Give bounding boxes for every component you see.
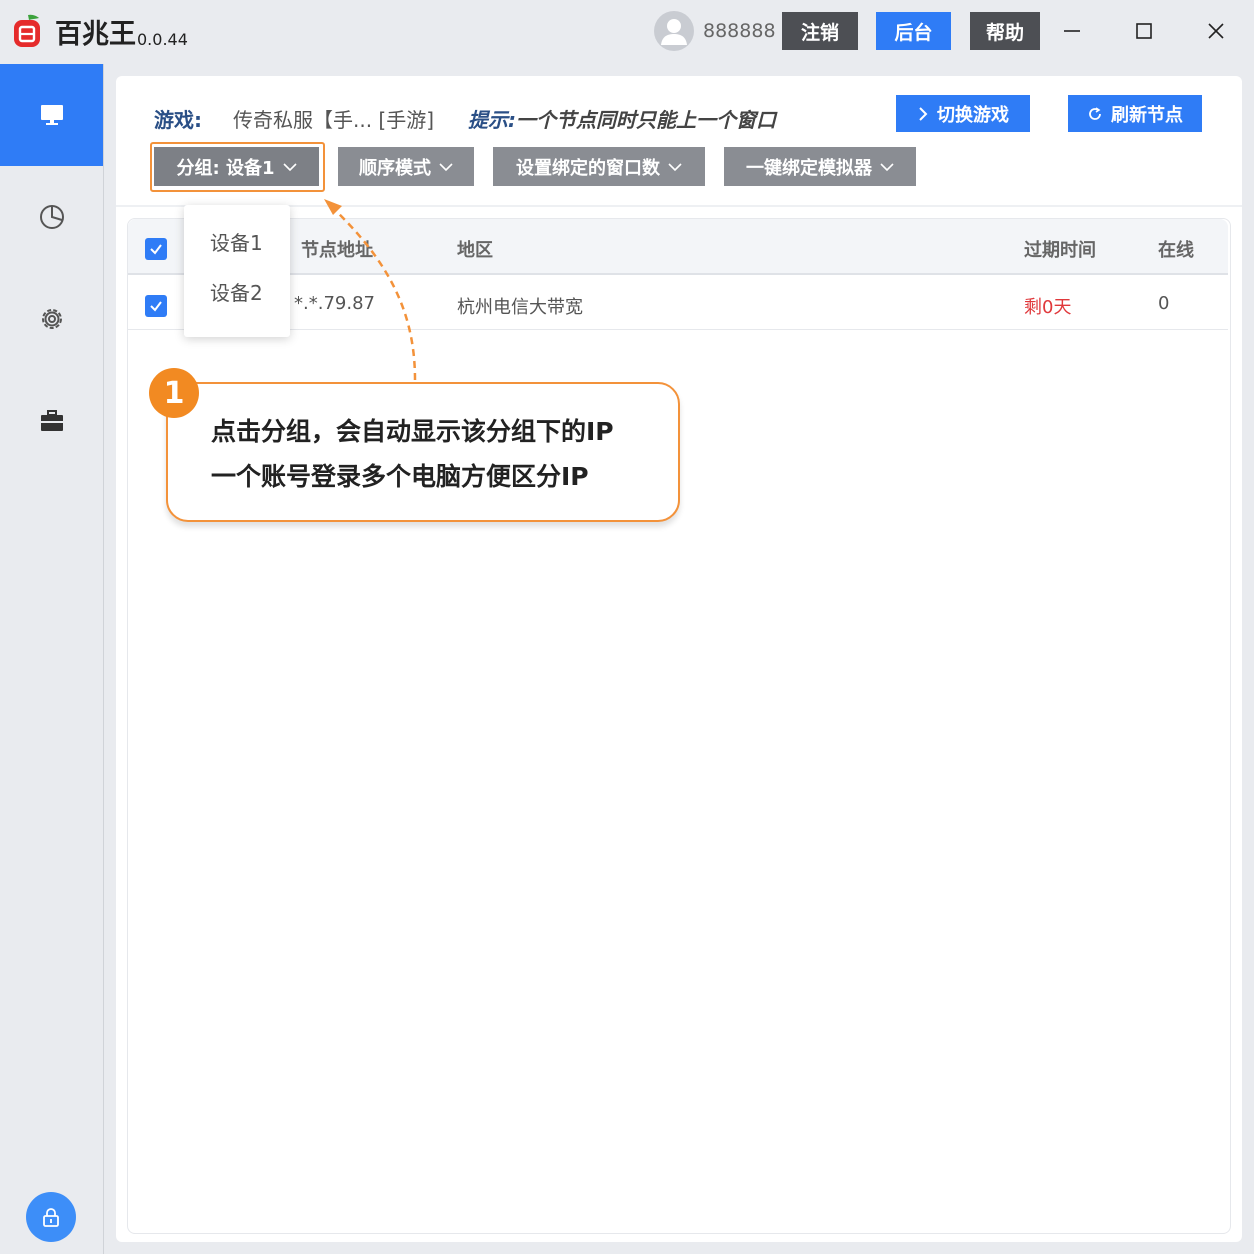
game-label: 游戏: — [154, 108, 202, 132]
column-header-ip: 节点地址 — [301, 240, 373, 261]
hint-label: 提示: — [468, 108, 516, 132]
sidebar — [0, 64, 104, 1254]
refresh-nodes-label: 刷新节点 — [1111, 104, 1183, 126]
bind-emulator-select[interactable]: 一键绑定模拟器 — [724, 147, 916, 186]
hint-text: 提示:一个节点同时只能上一个窗口 — [468, 104, 776, 133]
gear-icon — [41, 309, 62, 329]
backend-button[interactable]: 后台 — [876, 12, 951, 50]
order-mode-select[interactable]: 顺序模式 — [338, 147, 474, 186]
game-value: 传奇私服【手... [手游] — [233, 108, 435, 132]
chevron-down-icon — [668, 162, 682, 171]
callout-box — [166, 382, 680, 522]
app-name: 百兆王 — [55, 19, 136, 50]
check-icon — [150, 244, 162, 255]
minimize-icon — [1064, 30, 1080, 32]
bind-emulator-label: 一键绑定模拟器 — [746, 157, 872, 179]
sidebar-item-monitor[interactable] — [0, 64, 103, 166]
chevron-right-icon — [919, 106, 928, 121]
dropdown-option-device1[interactable]: 设备1 — [210, 227, 263, 256]
row-divider — [128, 329, 1228, 330]
refresh-icon — [1089, 106, 1101, 120]
help-button[interactable]: 帮助 — [970, 12, 1040, 50]
pie-chart-icon — [39, 205, 64, 229]
user-name: 888888 — [703, 20, 776, 42]
close-button[interactable] — [1196, 14, 1236, 48]
refresh-nodes-button[interactable]: 刷新节点 — [1068, 95, 1202, 132]
chevron-down-icon — [880, 162, 894, 171]
switch-game-button[interactable]: 切换游戏 — [896, 95, 1030, 132]
cell-ip: *.*.79.87 — [294, 293, 375, 314]
cell-region: 杭州电信大带宽 — [457, 297, 583, 318]
close-icon — [1208, 23, 1224, 39]
app-logo-icon — [14, 14, 40, 47]
callout-line-2: 一个账号登录多个电脑方便区分IP — [211, 462, 589, 491]
user-avatar-icon[interactable] — [654, 11, 694, 51]
chevron-down-icon — [439, 162, 453, 171]
maximize-button[interactable] — [1124, 14, 1164, 48]
logout-button[interactable]: 注销 — [782, 12, 858, 50]
title-bar: 百兆王 0.0.44 888888 注销 后台 帮助 — [0, 0, 1254, 64]
column-header-online: 在线 — [1158, 240, 1194, 261]
row-checkbox[interactable] — [145, 295, 167, 317]
maximize-icon — [1136, 23, 1152, 39]
monitor-icon — [40, 105, 63, 125]
app-version: 0.0.44 — [137, 30, 188, 49]
step-badge: 1 — [149, 368, 199, 418]
bind-windows-select[interactable]: 设置绑定的窗口数 — [493, 147, 705, 186]
hint-message: 一个节点同时只能上一个窗口 — [516, 108, 776, 132]
dropdown-option-device2[interactable]: 设备2 — [210, 277, 263, 306]
chevron-down-icon — [282, 162, 297, 171]
group-dropdown: 设备1 设备2 — [184, 205, 290, 337]
bind-windows-label: 设置绑定的窗口数 — [516, 157, 660, 179]
column-header-expire: 过期时间 — [1024, 240, 1096, 261]
cell-expire: 剩0天 — [1024, 297, 1072, 318]
check-icon — [150, 301, 162, 312]
briefcase-icon — [40, 410, 63, 431]
group-select-label: 分组: 设备1 — [176, 157, 275, 179]
lock-icon — [43, 1208, 59, 1227]
order-mode-label: 顺序模式 — [359, 157, 431, 179]
callout-line-1: 点击分组，会自动显示该分组下的IP — [211, 417, 614, 446]
select-all-checkbox[interactable] — [145, 238, 167, 260]
cell-online: 0 — [1158, 293, 1170, 314]
sidebar-item-tools[interactable] — [0, 370, 103, 472]
switch-game-label: 切换游戏 — [937, 104, 1009, 126]
lock-button[interactable] — [26, 1192, 76, 1242]
group-select[interactable]: 分组: 设备1 — [154, 147, 319, 186]
node-table — [127, 218, 1231, 1234]
column-header-region: 地区 — [457, 240, 493, 261]
sidebar-item-settings[interactable] — [0, 268, 103, 370]
minimize-button[interactable] — [1052, 14, 1092, 48]
sidebar-item-stats[interactable] — [0, 166, 103, 268]
